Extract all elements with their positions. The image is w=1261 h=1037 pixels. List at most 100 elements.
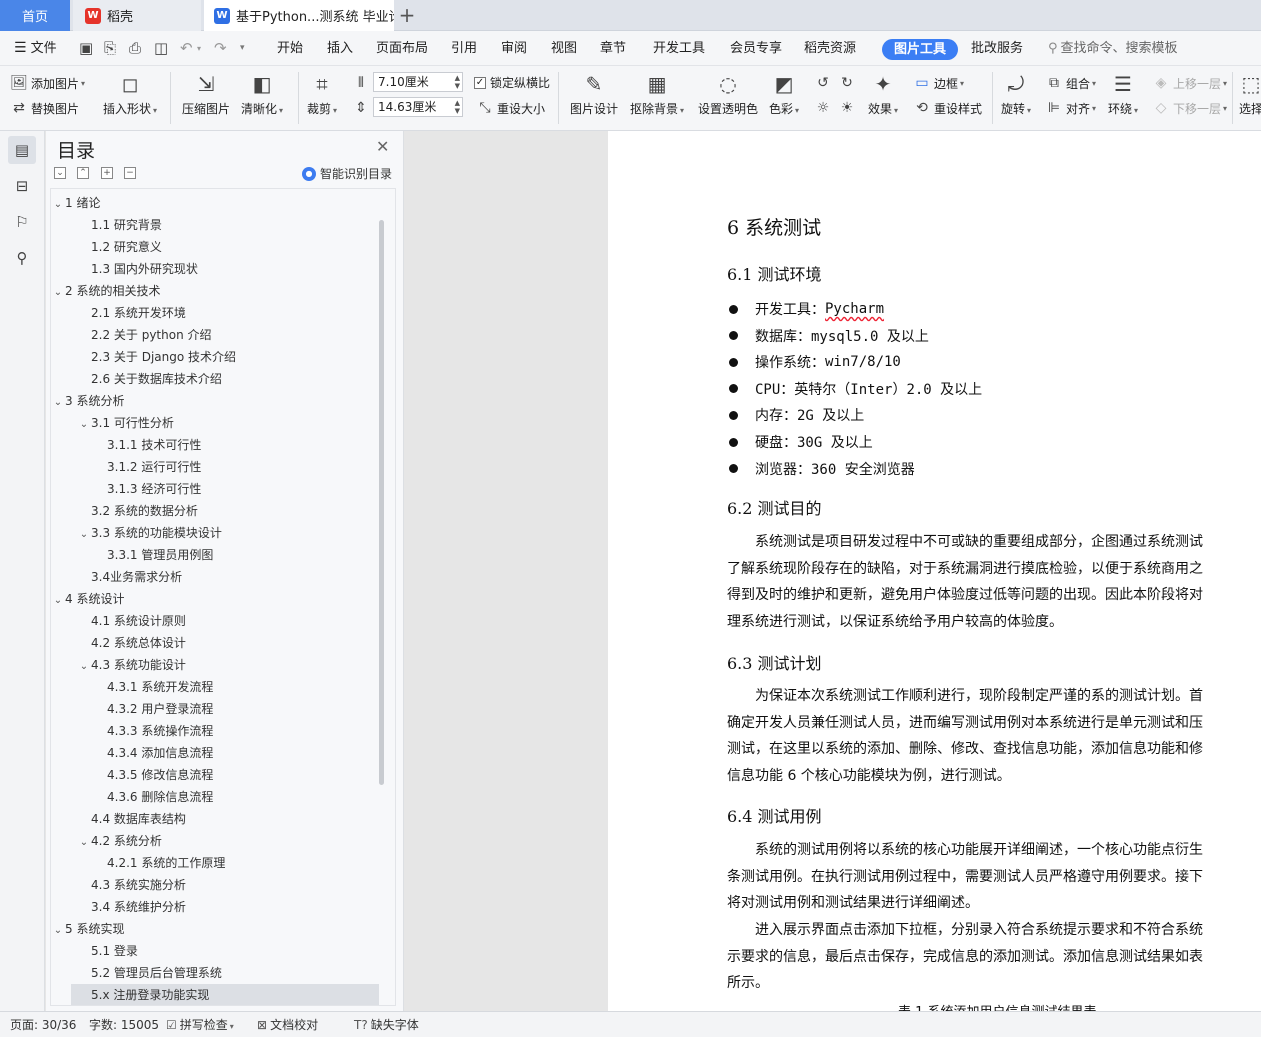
toc-item[interactable]: ⌄ 4.3 系统功能设计	[51, 654, 381, 676]
toc-item[interactable]: 2.1 系统开发环境	[51, 302, 381, 324]
reset-size-button[interactable]: ⤡ 重设大小	[476, 99, 545, 117]
toc-item[interactable]: ⌄ 4 系统设计	[51, 588, 381, 610]
proofread-button[interactable]: ⊠ 文档校对	[257, 1012, 318, 1037]
toc-item[interactable]: 5.x 注册登录功能实现	[71, 984, 379, 1005]
toc-item[interactable]: ⌄ 5 系统实现	[51, 918, 381, 940]
menu-tab-references[interactable]: 引用	[451, 31, 477, 66]
brightness-up-icon[interactable]: ☼	[814, 99, 835, 117]
redo-icon[interactable]: ↷	[214, 31, 227, 66]
expand-caret-icon[interactable]: ⌄	[51, 920, 65, 942]
toc-item[interactable]: 3.4 系统维护分析	[51, 896, 381, 918]
save-icon[interactable]: ▣	[79, 31, 93, 66]
toc-item[interactable]: 2.6 关于数据库技术介绍	[51, 368, 381, 390]
select-button[interactable]: ⬚ 选择	[1238, 71, 1261, 117]
toc-item[interactable]: 3.4业务需求分析	[51, 566, 381, 588]
expand-caret-icon[interactable]: ⌄	[51, 590, 65, 612]
expand-caret-icon[interactable]: ⌄	[51, 392, 65, 414]
toc-item[interactable]: 2.3 关于 Django 技术介绍	[51, 346, 381, 368]
menu-tab-review[interactable]: 审阅	[501, 31, 527, 66]
add-heading-icon[interactable]: +	[101, 167, 113, 179]
menu-tab-developer[interactable]: 开发工具	[653, 31, 705, 66]
color-button[interactable]: ◩ 色彩 ▾	[769, 71, 799, 117]
customize-dropdown-icon[interactable]: ▾	[240, 31, 245, 66]
brightness-down-icon[interactable]: ☀	[838, 99, 859, 117]
set-transparent-button[interactable]: ◌ 设置透明色	[698, 71, 758, 117]
add-picture-button[interactable]: 🖼 添加图片 ▾	[10, 74, 85, 92]
undo-dropdown-icon[interactable]: ▾	[197, 31, 201, 66]
reset-style-button[interactable]: ⟲ 重设样式	[913, 99, 982, 117]
toc-item[interactable]: 3.1.1 技术可行性	[51, 434, 381, 456]
insert-shape-button[interactable]: ◻ 插入形状 ▾	[103, 71, 157, 117]
picture-design-button[interactable]: ✎ 图片设计	[570, 71, 618, 117]
menu-tab-view[interactable]: 视图	[551, 31, 577, 66]
menu-tab-page-layout[interactable]: 页面布局	[376, 31, 428, 66]
word-count[interactable]: 字数: 15005	[89, 1012, 159, 1037]
toc-item[interactable]: 4.3.4 添加信息流程	[51, 742, 381, 764]
toc-item[interactable]: 1.1 研究背景	[51, 214, 381, 236]
toc-item[interactable]: ⌄ 3.3 系统的功能模块设计	[51, 522, 381, 544]
print-icon[interactable]: ⎙	[129, 31, 141, 66]
menu-tab-insert[interactable]: 插入	[327, 31, 353, 66]
toc-item[interactable]: 3.3.1 管理员用例图	[51, 544, 381, 566]
menu-tab-chapter[interactable]: 章节	[600, 31, 626, 66]
lock-aspect-checkbox[interactable]: ✓ 锁定纵横比	[474, 74, 550, 91]
height-spinner-icon[interactable]: ▲ ▼	[455, 99, 460, 115]
toc-item[interactable]: 3.1.2 运行可行性	[51, 456, 381, 478]
chapter-nav-icon[interactable]: ⊟	[8, 172, 36, 200]
page-indicator[interactable]: 页面: 30/36	[10, 1012, 76, 1037]
toc-item[interactable]: ⌄ 3.1 可行性分析	[51, 412, 381, 434]
toc-item[interactable]: ⌄ 3 系统分析	[51, 390, 381, 412]
width-spinner-icon[interactable]: ▲ ▼	[455, 74, 460, 90]
menu-tab-member[interactable]: 会员专享	[730, 31, 782, 66]
toc-item[interactable]: 4.3.5 修改信息流程	[51, 764, 381, 786]
expand-all-icon[interactable]: ⌃	[77, 167, 89, 179]
border-button[interactable]: ▭ 边框 ▾	[913, 74, 964, 92]
menu-tab-picture-tools[interactable]: 图片工具	[882, 39, 959, 60]
expand-caret-icon[interactable]: ⌄	[77, 524, 91, 546]
close-icon[interactable]: ✕	[376, 137, 389, 156]
toc-item[interactable]: 4.1 系统设计原则	[51, 610, 381, 632]
expand-caret-icon[interactable]: ⌄	[77, 414, 91, 436]
effects-button[interactable]: ✦ 效果 ▾	[868, 71, 898, 117]
toc-item[interactable]: 1.3 国内外研究现状	[51, 258, 381, 280]
file-menu-button[interactable]: ☰ 文件	[14, 31, 57, 66]
expand-caret-icon[interactable]: ⌄	[77, 832, 91, 854]
toc-item[interactable]: 4.3.3 系统操作流程	[51, 720, 381, 742]
send-backward-button[interactable]: ◇ 下移一层 ▾	[1152, 99, 1227, 117]
print-preview-icon[interactable]: ◫	[154, 31, 168, 66]
toc-item[interactable]: 3.1.3 经济可行性	[51, 478, 381, 500]
smart-toc-button[interactable]: ● 智能识别目录	[302, 165, 392, 182]
toc-item[interactable]: 2.2 关于 python 介绍	[51, 324, 381, 346]
tab-home[interactable]: 首页	[0, 0, 70, 31]
toc-item[interactable]: 1.2 研究意义	[51, 236, 381, 258]
missing-font-button[interactable]: T? 缺失字体	[354, 1012, 419, 1037]
wrap-text-button[interactable]: ☰ 环绕 ▾	[1108, 71, 1138, 117]
spell-check-button[interactable]: ☑ 拼写检查 ▾	[166, 1012, 234, 1037]
toc-item[interactable]: 4.2 系统总体设计	[51, 632, 381, 654]
toc-item[interactable]: ⌄ 4.2 系统分析	[51, 830, 381, 852]
toc-item[interactable]: 5.1 登录	[51, 940, 381, 962]
rotate-button[interactable]: ⤾ 旋转 ▾	[1001, 71, 1031, 117]
undo-icon[interactable]: ↶	[180, 31, 193, 66]
tab-document[interactable]: W 基于Python...测系统 毕业论文	[204, 0, 394, 31]
remove-background-button[interactable]: ▦ 抠除背景 ▾	[630, 71, 684, 117]
toc-item[interactable]: ⌄ 2 系统的相关技术	[51, 280, 381, 302]
document-page[interactable]: 6 系统测试 6.1 测试环境 开发工具： Pycharm 数据库： mysql5.0…	[608, 131, 1261, 1011]
group-button[interactable]: ⧉ 组合 ▾	[1045, 74, 1096, 92]
toc-scrollbar[interactable]	[379, 220, 384, 785]
toc-item[interactable]: 4.3.2 用户登录流程	[51, 698, 381, 720]
expand-caret-icon[interactable]: ⌄	[51, 282, 65, 304]
toc-item[interactable]: 3.2 系统的数据分析	[51, 500, 381, 522]
new-tab-button[interactable]: +	[398, 4, 416, 26]
toc-panel-icon[interactable]: ▤	[8, 136, 36, 164]
menu-tab-start[interactable]: 开始	[277, 31, 303, 66]
width-input[interactable]: 7.10厘米 ▲ ▼	[373, 72, 463, 92]
expand-caret-icon[interactable]: ⌄	[77, 656, 91, 678]
toc-item[interactable]: ⌄ 1 绪论	[51, 192, 381, 214]
toc-item[interactable]: 4.3 系统实施分析	[51, 874, 381, 896]
export-pdf-icon[interactable]: ⎘	[104, 31, 116, 66]
bring-forward-button[interactable]: ◈ 上移一层 ▾	[1152, 74, 1227, 92]
find-icon[interactable]: ⚲	[8, 244, 36, 272]
remove-heading-icon[interactable]: −	[124, 167, 136, 179]
rotate-left-icon[interactable]: ↺	[814, 74, 835, 92]
